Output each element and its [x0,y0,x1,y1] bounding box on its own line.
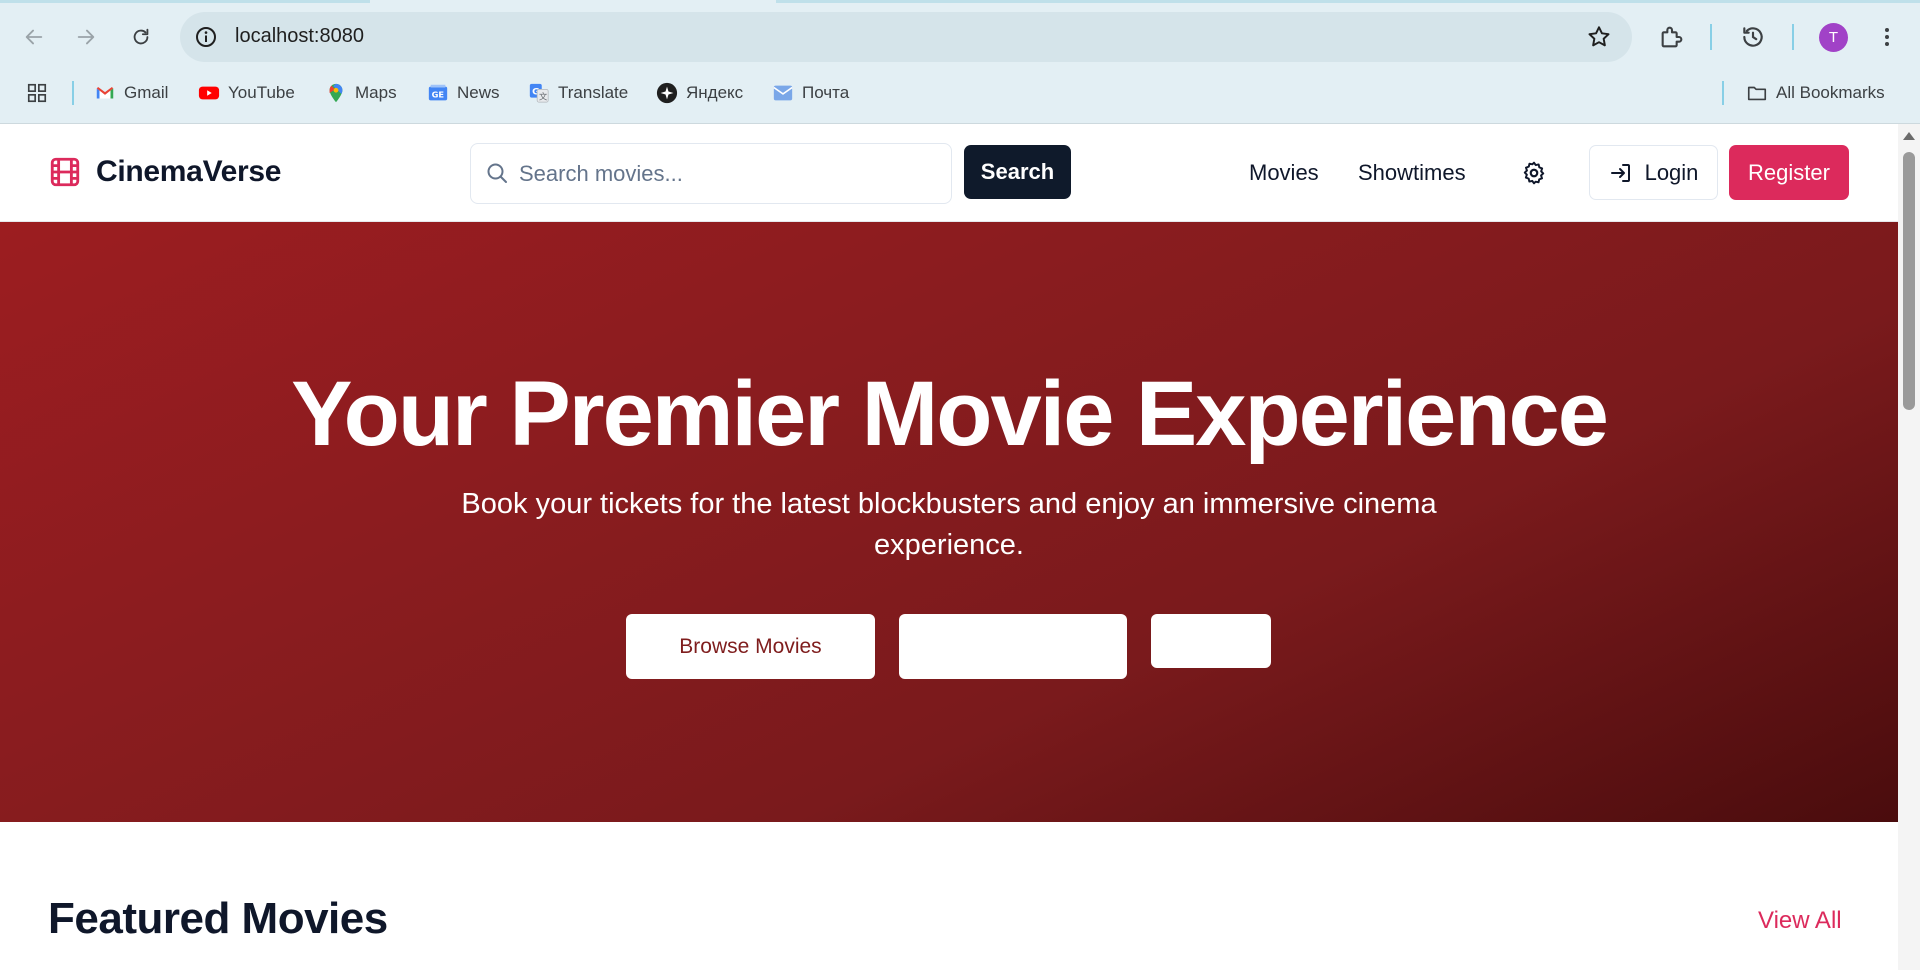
maps-icon [329,83,343,103]
nav-movies[interactable]: Movies [1249,160,1319,186]
browser-menu-button[interactable] [1872,22,1902,52]
apps-button[interactable] [26,80,48,106]
brand-logo[interactable]: CinemaVerse [48,155,281,189]
bookmark-separator [1722,81,1724,105]
address-bar[interactable]: localhost:8080 [180,12,1632,62]
bookmark-label: Translate [558,83,629,102]
toolbar-separator [1710,24,1712,50]
brand-name: CinemaVerse [96,155,282,188]
back-button[interactable] [17,20,51,54]
bookmark-label: News [457,83,500,102]
bookmark-label: Почта [802,83,850,102]
hero-title: Your Premier Movie Experience [291,363,1609,465]
tab-strip-right [776,0,1920,3]
bookmark-star-icon[interactable] [1586,24,1612,50]
arrow-left-icon [25,29,43,45]
forward-button[interactable] [69,20,103,54]
bookmark-maps[interactable]: Maps [325,80,397,106]
all-bookmarks-button[interactable]: All Bookmarks [1746,80,1885,106]
site-info-icon[interactable] [194,25,218,49]
news-icon: GE [428,84,448,101]
site-header: CinemaVerse Search Movies Showtimes Logi… [0,124,1898,222]
login-label: Login [1644,159,1699,185]
svg-text:文: 文 [539,91,547,101]
bookmark-translate[interactable]: G文 Translate [528,80,628,106]
browse-movies-button[interactable]: Browse Movies [626,614,875,679]
gmail-icon [96,87,114,99]
reload-button[interactable] [124,20,158,54]
film-icon [50,157,80,187]
browser-chrome: localhost:8080 T Gmail YouTube Maps GE N… [0,0,1920,124]
tab-strip-left [0,0,370,3]
bookmark-label: Maps [355,83,397,102]
url-text[interactable]: localhost:8080 [235,25,364,48]
arrow-right-icon [77,29,95,45]
login-icon [1610,163,1630,182]
kebab-menu-icon [1885,28,1889,46]
search-icon [487,163,507,183]
search-field[interactable] [470,143,952,204]
extensions-button[interactable] [1657,22,1687,52]
web-page: CinemaVerse Search Movies Showtimes Logi… [0,124,1898,970]
search-input[interactable] [519,154,939,194]
scrollbar-thumb[interactable] [1903,152,1915,410]
gear-icon[interactable] [1521,160,1547,186]
page-scrollbar[interactable] [1898,124,1920,970]
profile-avatar[interactable]: T [1819,23,1848,52]
folder-icon [1747,86,1767,101]
all-bookmarks-label: All Bookmarks [1776,83,1885,102]
mail-icon [773,85,793,101]
svg-text:GE: GE [432,90,445,100]
translate-icon: G文 [529,83,549,103]
view-all-link[interactable]: View All [1758,907,1842,935]
bookmark-label: YouTube [228,83,295,102]
login-button[interactable]: Login [1589,145,1718,200]
scroll-up-arrow-icon[interactable] [1903,132,1915,140]
bookmark-separator [72,81,74,105]
bookmark-yandex[interactable]: Яндекс [656,80,743,106]
puzzle-icon [1661,26,1683,48]
featured-movies-heading: Featured Movies [48,894,388,943]
search-button[interactable]: Search [964,145,1071,199]
hero-subtitle: Book your tickets for the latest blockbu… [461,488,1437,561]
bookmark-mail[interactable]: Почта [772,80,849,106]
bookmark-youtube[interactable]: YouTube [198,80,295,106]
bookmark-label: Gmail [124,83,169,102]
youtube-icon [198,86,220,100]
bookmark-news[interactable]: GE News [427,80,500,106]
reload-icon [133,28,149,45]
history-button[interactable] [1738,22,1768,52]
yandex-icon [656,82,678,104]
hero-secondary-button[interactable] [899,614,1127,679]
history-icon [1743,27,1763,47]
bookmark-gmail[interactable]: Gmail [94,80,168,106]
nav-showtimes[interactable]: Showtimes [1358,160,1466,186]
apps-grid-icon [27,83,47,103]
register-button[interactable]: Register [1729,145,1849,200]
hero-tertiary-button[interactable] [1151,614,1271,668]
hero-banner: Your Premier Movie Experience Book your … [0,222,1898,822]
toolbar-separator [1792,24,1794,50]
bookmark-label: Яндекс [686,83,744,102]
